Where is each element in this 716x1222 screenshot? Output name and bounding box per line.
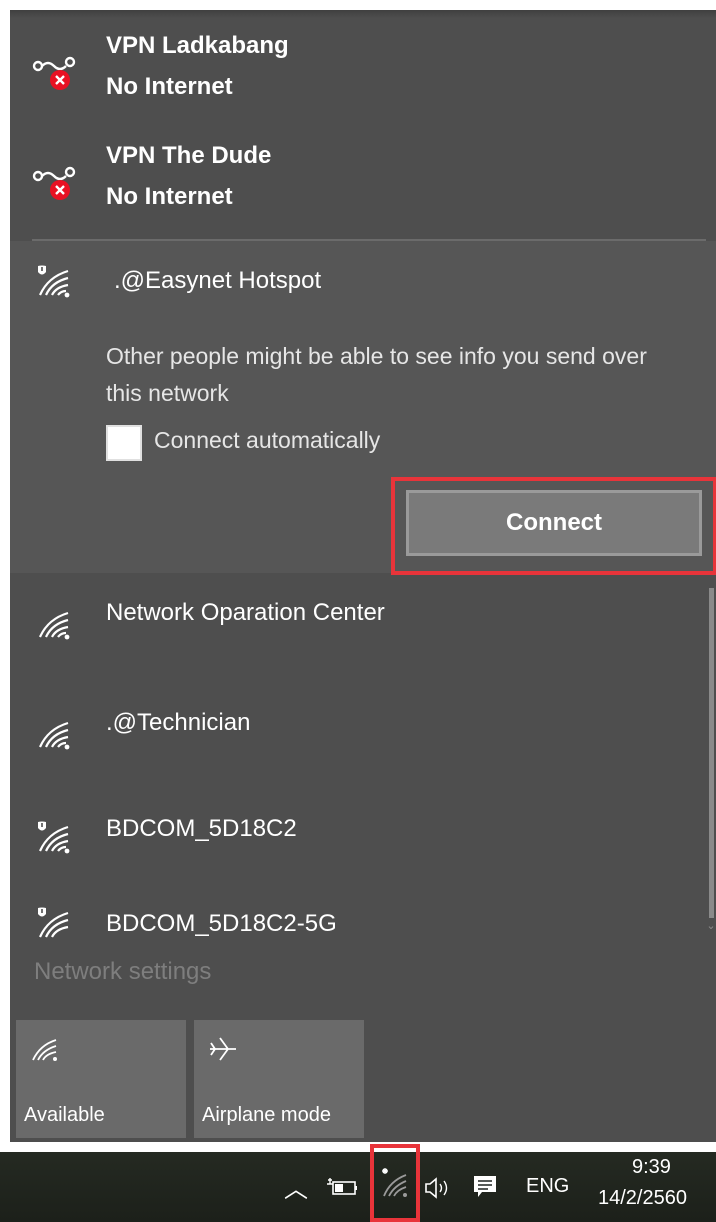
- vpn-item-ladkabang[interactable]: VPN Ladkabang No Internet: [10, 10, 716, 122]
- volume-icon[interactable]: [424, 1176, 454, 1200]
- network-item[interactable]: Network Oparation Center: [10, 573, 706, 683]
- network-item[interactable]: BDCOM_5D18C2: [10, 793, 706, 903]
- network-name: Network Oparation Center: [106, 599, 385, 626]
- language-indicator[interactable]: ENG: [526, 1175, 569, 1198]
- clock-date[interactable]: 14/2/2560: [598, 1187, 687, 1210]
- clock-time[interactable]: 9:39: [632, 1156, 671, 1179]
- network-item[interactable]: .@Technician: [10, 683, 706, 793]
- taskbar: ︿ ENG 9:39 14/2/2560: [0, 1152, 716, 1222]
- wifi-secured-warning-icon: [38, 821, 70, 854]
- wifi-tray-icon-highlight: [370, 1144, 420, 1222]
- network-name: .@Technician: [106, 709, 251, 736]
- wifi-icon: [38, 611, 70, 640]
- vpn-error-icon: [32, 166, 76, 200]
- network-name: BDCOM_5D18C2-5G: [106, 910, 337, 937]
- airplane-mode-tile[interactable]: Airplane mode: [194, 1020, 364, 1138]
- battery-charging-icon[interactable]: [326, 1178, 358, 1198]
- wifi-toggle-tile[interactable]: Available: [16, 1020, 186, 1138]
- vpn-error-icon: [32, 56, 76, 90]
- security-warning-text: Other people might be able to see info y…: [106, 343, 647, 406]
- vpn-name: VPN Ladkabang: [106, 32, 289, 59]
- wifi-icon: [32, 1039, 57, 1061]
- expanded-network-item[interactable]: .@Easynet Hotspot Other people might be …: [10, 241, 716, 575]
- wifi-secured-warning-icon: [38, 907, 69, 938]
- network-settings-link[interactable]: Network settings: [34, 958, 211, 986]
- tile-label: Available: [24, 1104, 105, 1126]
- scroll-down-icon[interactable]: ⌄: [706, 918, 716, 934]
- wifi-icon: [38, 721, 70, 750]
- tile-label: Airplane mode: [202, 1104, 331, 1126]
- network-flyout: VPN Ladkabang No Internet VPN The Dude N…: [10, 10, 716, 1142]
- network-name: .@Easynet Hotspot: [114, 267, 322, 294]
- show-hidden-icons-chevron-icon[interactable]: ︿: [284, 1169, 308, 1204]
- wifi-secured-warning-icon: [38, 265, 70, 298]
- network-item[interactable]: BDCOM_5D18C2-5G: [10, 903, 706, 943]
- vpn-status: No Internet: [106, 183, 233, 210]
- vpn-name: VPN The Dude: [106, 142, 272, 169]
- airplane-icon: [210, 1037, 236, 1061]
- vpn-status: No Internet: [106, 73, 233, 100]
- connect-button[interactable]: Connect: [406, 490, 702, 556]
- connect-automatically-label[interactable]: Connect automatically: [154, 427, 380, 454]
- action-center-icon[interactable]: [472, 1174, 498, 1200]
- network-name: BDCOM_5D18C2: [106, 815, 297, 842]
- scrollbar-thumb[interactable]: [709, 588, 714, 918]
- vpn-item-the-dude[interactable]: VPN The Dude No Internet: [10, 120, 716, 232]
- connect-automatically-checkbox[interactable]: [106, 425, 142, 461]
